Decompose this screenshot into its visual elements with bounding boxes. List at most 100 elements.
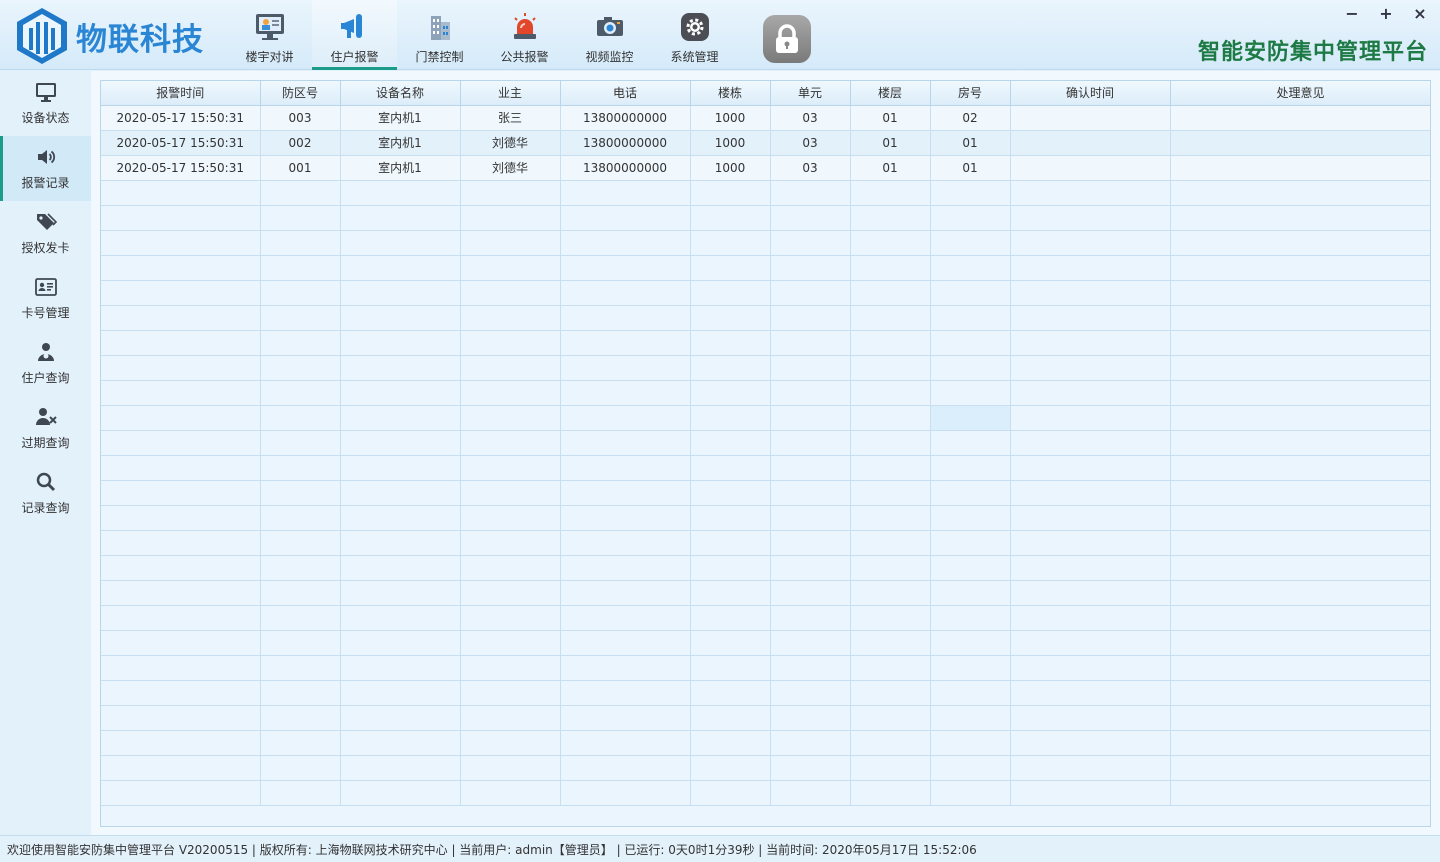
- table-cell[interactable]: [340, 205, 461, 231]
- table-cell[interactable]: [560, 555, 691, 581]
- table-cell[interactable]: [1170, 230, 1430, 256]
- column-header[interactable]: 业主: [460, 81, 561, 106]
- table-cell[interactable]: [1170, 380, 1430, 406]
- table-cell[interactable]: [770, 430, 851, 456]
- table-cell[interactable]: [101, 430, 261, 456]
- table-cell[interactable]: [460, 230, 561, 256]
- table-cell[interactable]: 03: [770, 130, 851, 156]
- table-cell[interactable]: [101, 580, 261, 606]
- empty-row[interactable]: [101, 355, 1430, 381]
- table-cell[interactable]: [770, 605, 851, 631]
- empty-row[interactable]: [101, 655, 1430, 681]
- table-cell[interactable]: [340, 505, 461, 531]
- empty-row[interactable]: [101, 780, 1430, 806]
- table-cell[interactable]: [770, 205, 851, 231]
- table-cell[interactable]: [260, 455, 341, 481]
- table-cell[interactable]: [930, 180, 1011, 206]
- table-cell[interactable]: [340, 230, 461, 256]
- table-cell[interactable]: [850, 705, 931, 731]
- table-cell[interactable]: [101, 255, 261, 281]
- sidebar-item-record-query[interactable]: 记录查询: [0, 461, 91, 526]
- table-cell[interactable]: [1010, 505, 1171, 531]
- table-cell[interactable]: [690, 305, 771, 331]
- table-cell[interactable]: [1170, 505, 1430, 531]
- sidebar-item-device-status[interactable]: 设备状态: [0, 71, 91, 136]
- table-cell[interactable]: [690, 330, 771, 356]
- table-cell[interactable]: [340, 180, 461, 206]
- maximize-button[interactable]: +: [1378, 4, 1394, 23]
- table-cell[interactable]: [101, 180, 261, 206]
- table-cell[interactable]: [690, 780, 771, 806]
- table-cell[interactable]: [770, 680, 851, 706]
- table-cell[interactable]: [460, 680, 561, 706]
- table-cell[interactable]: [690, 205, 771, 231]
- empty-row[interactable]: [101, 680, 1430, 706]
- table-cell[interactable]: [101, 505, 261, 531]
- table-cell[interactable]: [340, 680, 461, 706]
- table-cell[interactable]: [690, 530, 771, 556]
- table-cell[interactable]: [930, 580, 1011, 606]
- column-header[interactable]: 电话: [560, 81, 691, 106]
- table-cell[interactable]: 003: [260, 105, 341, 131]
- table-cell[interactable]: [690, 405, 771, 431]
- table-cell[interactable]: [560, 180, 691, 206]
- table-row[interactable]: 2020-05-17 15:50:31 003 室内机1 张三 13800000000 1…: [101, 105, 1430, 131]
- table-cell[interactable]: [101, 480, 261, 506]
- nav-item-public-alarm[interactable]: 公共报警: [482, 0, 567, 70]
- table-cell[interactable]: [560, 680, 691, 706]
- table-cell[interactable]: 01: [850, 130, 931, 156]
- table-cell[interactable]: [850, 505, 931, 531]
- table-cell[interactable]: [460, 780, 561, 806]
- table-cell[interactable]: [1010, 705, 1171, 731]
- table-cell[interactable]: [1010, 680, 1171, 706]
- table-cell[interactable]: [560, 580, 691, 606]
- table-cell[interactable]: [260, 280, 341, 306]
- table-cell[interactable]: [460, 355, 561, 381]
- table-cell[interactable]: [930, 480, 1011, 506]
- empty-row[interactable]: [101, 605, 1430, 631]
- table-cell[interactable]: [1170, 205, 1430, 231]
- table-cell[interactable]: [850, 430, 931, 456]
- table-cell[interactable]: [690, 255, 771, 281]
- table-cell[interactable]: [340, 480, 461, 506]
- table-cell[interactable]: [850, 655, 931, 681]
- table-cell[interactable]: [1170, 555, 1430, 581]
- table-cell[interactable]: [770, 580, 851, 606]
- empty-row[interactable]: [101, 380, 1430, 406]
- empty-row[interactable]: [101, 505, 1430, 531]
- table-cell[interactable]: [260, 655, 341, 681]
- table-cell[interactable]: 03: [770, 155, 851, 181]
- table-cell[interactable]: [850, 330, 931, 356]
- table-cell[interactable]: [460, 755, 561, 781]
- empty-row[interactable]: [101, 730, 1430, 756]
- table-cell[interactable]: [560, 330, 691, 356]
- table-cell[interactable]: [560, 355, 691, 381]
- table-cell[interactable]: [101, 705, 261, 731]
- lock-button[interactable]: [763, 15, 811, 63]
- table-cell[interactable]: [260, 530, 341, 556]
- table-cell[interactable]: [560, 205, 691, 231]
- empty-row[interactable]: [101, 580, 1430, 606]
- table-cell[interactable]: [560, 305, 691, 331]
- table-cell[interactable]: [690, 630, 771, 656]
- table-cell[interactable]: [690, 555, 771, 581]
- table-cell[interactable]: [260, 305, 341, 331]
- table-cell[interactable]: [1010, 230, 1171, 256]
- table-cell[interactable]: [1170, 155, 1430, 181]
- table-cell[interactable]: [1010, 280, 1171, 306]
- table-cell[interactable]: [340, 655, 461, 681]
- table-cell[interactable]: [690, 730, 771, 756]
- table-cell[interactable]: [460, 330, 561, 356]
- table-cell[interactable]: [560, 280, 691, 306]
- column-header[interactable]: 设备名称: [340, 81, 461, 106]
- table-cell[interactable]: [460, 255, 561, 281]
- table-cell[interactable]: [340, 755, 461, 781]
- table-cell[interactable]: [1170, 330, 1430, 356]
- table-cell[interactable]: [460, 605, 561, 631]
- table-cell[interactable]: [101, 555, 261, 581]
- table-cell[interactable]: [770, 455, 851, 481]
- table-cell[interactable]: [560, 380, 691, 406]
- table-cell[interactable]: [340, 705, 461, 731]
- sidebar-item-alarm-records[interactable]: 报警记录: [0, 136, 91, 201]
- table-cell[interactable]: 2020-05-17 15:50:31: [101, 130, 261, 156]
